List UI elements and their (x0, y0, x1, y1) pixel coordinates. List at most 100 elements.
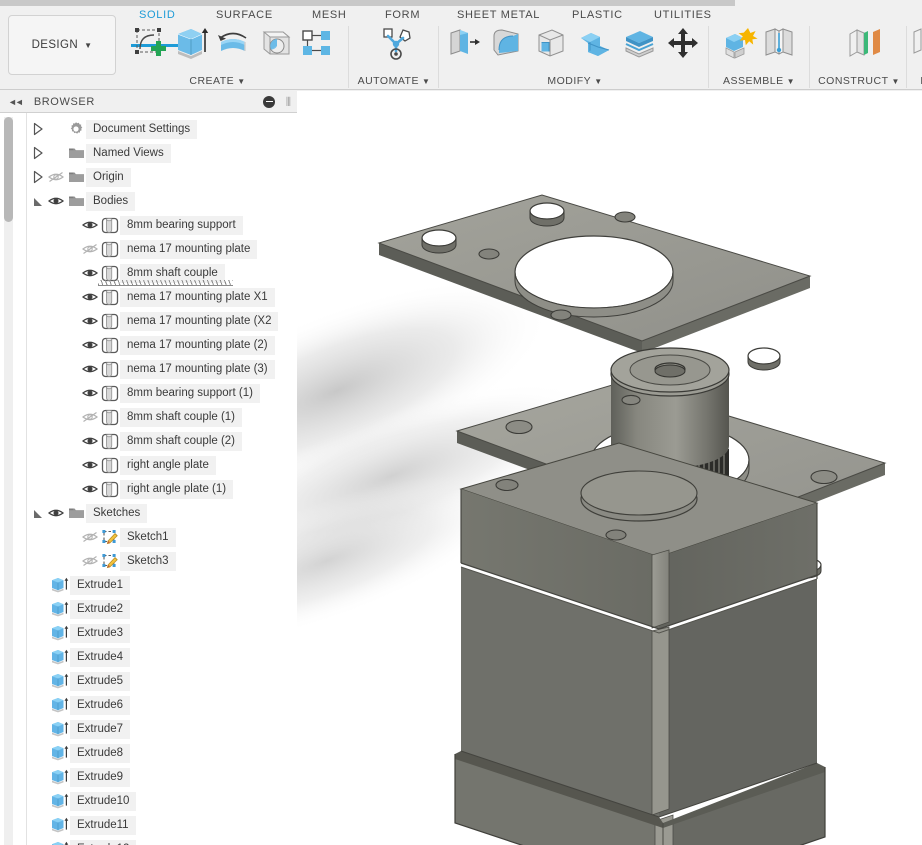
tab-mesh[interactable]: MESH (312, 9, 347, 21)
expand-arrow-icon[interactable] (32, 146, 46, 160)
minus-circle-icon[interactable] (263, 95, 275, 108)
tree-item[interactable]: Document Settings (0, 117, 297, 141)
collapse-panel-icon[interactable]: ◄◄ (8, 97, 24, 107)
eye-visible-icon[interactable] (80, 363, 100, 375)
tab-surface[interactable]: SURFACE (216, 9, 273, 21)
collapse-arrow-icon[interactable] (32, 506, 46, 520)
create-sketch-icon[interactable] (130, 24, 168, 66)
tree-item[interactable]: Extrude10 (0, 789, 297, 813)
eye-visible-icon[interactable] (80, 483, 100, 495)
workspace-switcher-label: DESIGN (31, 39, 79, 51)
eye-visible-icon[interactable] (80, 267, 100, 279)
tree-item[interactable]: Extrude1 (0, 573, 297, 597)
move-copy-icon[interactable] (664, 24, 702, 66)
pattern-icon[interactable] (298, 24, 336, 66)
eye-hidden-icon[interactable] (80, 243, 100, 255)
tab-surface-label: SURFACE (216, 9, 273, 21)
eye-hidden-icon[interactable] (80, 531, 100, 543)
panel-grip-icon[interactable]: ⦀ (286, 96, 291, 108)
eye-hidden-icon[interactable] (46, 171, 66, 183)
tree-item[interactable]: Origin (0, 165, 297, 189)
tree-item[interactable]: Sketches (0, 501, 297, 525)
collapse-arrow-icon[interactable] (32, 194, 46, 208)
tree-item[interactable]: nema 17 mounting plate (3) (0, 357, 297, 381)
inspect-icon[interactable] (912, 24, 922, 66)
body-icon (100, 481, 120, 498)
tree-item[interactable]: Extrude9 (0, 765, 297, 789)
eye-visible-icon[interactable] (80, 291, 100, 303)
eye-hidden-icon[interactable] (80, 555, 100, 567)
tree-item[interactable]: 8mm shaft couple (0, 261, 297, 286)
tree-item-label: Extrude6 (70, 695, 131, 715)
tree-item[interactable]: Extrude6 (0, 693, 297, 717)
tree-item[interactable]: Extrude3 (0, 621, 297, 645)
joint-icon[interactable] (760, 24, 798, 66)
ribbon-group-create-label[interactable]: CREATE ▼ (130, 75, 305, 87)
tree-item[interactable]: Sketch1 (0, 525, 297, 549)
eye-visible-icon[interactable] (46, 507, 66, 519)
sweep-icon[interactable] (256, 24, 294, 66)
tree-item[interactable]: Extrude11 (0, 813, 297, 837)
revolve-icon[interactable] (214, 24, 252, 66)
ribbon-group-modify-label[interactable]: MODIFY ▼ (444, 75, 706, 87)
expand-arrow-icon[interactable] (32, 122, 46, 136)
tree-item[interactable]: 8mm bearing support (0, 213, 297, 237)
tab-mesh-label: MESH (312, 9, 347, 21)
tree-item[interactable]: Extrude4 (0, 645, 297, 669)
tab-utilities[interactable]: UTILITIES (654, 9, 712, 21)
tree-item[interactable]: nema 17 mounting plate X1 (0, 285, 297, 309)
tab-plastic[interactable]: PLASTIC (572, 9, 623, 21)
split-face-icon[interactable] (620, 24, 658, 66)
ribbon-group-assemble-label[interactable]: ASSEMBLE ▼ (714, 75, 804, 87)
eye-visible-icon[interactable] (46, 195, 66, 207)
tree-item[interactable]: nema 17 mounting plate (2) (0, 333, 297, 357)
eye-visible-icon[interactable] (80, 339, 100, 351)
eye-visible-icon[interactable] (80, 387, 100, 399)
tab-solid[interactable]: SOLID (131, 9, 184, 47)
tree-item[interactable]: Extrude12 (0, 837, 297, 845)
tree-item[interactable]: right angle plate (0, 453, 297, 477)
automate-icon[interactable] (375, 24, 413, 66)
tree-item[interactable]: 8mm bearing support (1) (0, 381, 297, 405)
tree-item[interactable]: Extrude5 (0, 669, 297, 693)
shell-icon[interactable] (532, 24, 570, 66)
tree-item[interactable]: Bodies (0, 189, 297, 213)
body-icon (100, 457, 120, 474)
tree-item[interactable]: right angle plate (1) (0, 477, 297, 501)
tree-item[interactable]: Named Views (0, 141, 297, 165)
tab-sheet-metal[interactable]: SHEET METAL (457, 9, 540, 21)
tree-item[interactable]: Extrude7 (0, 717, 297, 741)
extrude-feature-icon (50, 697, 70, 713)
3d-model-canvas[interactable] (297, 91, 922, 845)
tree-item[interactable]: 8mm shaft couple (2) (0, 429, 297, 453)
ribbon-group-construct-label[interactable]: CONSTRUCT ▼ (815, 75, 903, 87)
tree-item[interactable]: Sketch3 (0, 549, 297, 573)
combine-icon[interactable] (576, 24, 614, 66)
tab-form[interactable]: FORM (385, 9, 420, 21)
extrude-feature-icon (50, 625, 70, 641)
press-pull-icon[interactable] (444, 24, 482, 66)
tree-item[interactable]: nema 17 mounting plate (0, 237, 297, 261)
eye-visible-icon[interactable] (80, 315, 100, 327)
fillet-icon[interactable] (488, 24, 526, 66)
ribbon-group-automate-label[interactable]: AUTOMATE ▼ (355, 75, 433, 87)
eye-visible-icon[interactable] (80, 459, 100, 471)
offset-plane-icon[interactable] (840, 24, 880, 66)
tree-item[interactable]: Extrude8 (0, 741, 297, 765)
tree-item-label: Extrude2 (70, 599, 131, 619)
expand-arrow-icon[interactable] (32, 170, 46, 184)
browser-title: BROWSER (33, 95, 95, 108)
new-component-icon[interactable] (720, 24, 758, 66)
eye-hidden-icon[interactable] (80, 411, 100, 423)
eye-visible-icon[interactable] (80, 219, 100, 231)
tab-form-label: FORM (385, 9, 421, 21)
ribbon-group-inspect-label[interactable]: I (912, 75, 922, 87)
extrude-icon[interactable] (172, 24, 210, 66)
tree-item[interactable]: 8mm shaft couple (1) (0, 405, 297, 429)
eye-visible-icon[interactable] (80, 435, 100, 447)
tree-item[interactable]: nema 17 mounting plate (X2 (0, 309, 297, 333)
tree-item[interactable]: Extrude2 (0, 597, 297, 621)
